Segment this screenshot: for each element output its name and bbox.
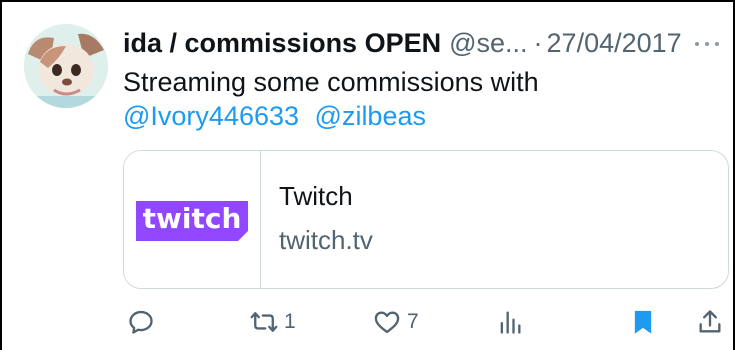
retweet-icon (250, 312, 278, 332)
views-button[interactable] (496, 302, 524, 342)
tweet-date[interactable]: 27/04/2017 (547, 26, 682, 60)
mention-link[interactable]: @Ivory446633 (123, 101, 299, 131)
twitch-logo-text: twitch (143, 202, 242, 235)
bookmark-button[interactable] (629, 302, 657, 342)
tweet-header: ida / commissions OPEN @se... · 27/04/20… (123, 26, 682, 60)
author-name[interactable]: ida / commissions OPEN (123, 26, 441, 60)
tweet-text: Streaming some commissions with @Ivory44… (123, 65, 703, 133)
tweet-text-line: Streaming some commissions with (123, 67, 539, 97)
mention-link[interactable]: @zilbeas (315, 101, 426, 131)
card-body: Twitch twitch.tv (261, 151, 373, 288)
bookmark-icon (634, 310, 652, 334)
retweet-button[interactable]: 1 (250, 302, 296, 342)
card-thumbnail: twitch (124, 151, 261, 288)
twitch-logo: twitch (136, 200, 248, 241)
avatar[interactable] (24, 24, 108, 108)
like-button[interactable]: 7 (373, 302, 419, 342)
share-icon (699, 310, 721, 333)
link-card[interactable]: twitch Twitch twitch.tv (123, 150, 729, 289)
author-handle[interactable]: @se... (449, 26, 527, 60)
more-icon[interactable] (692, 34, 722, 54)
tweet-mentions: @Ivory446633 @zilbeas (123, 99, 703, 133)
like-icon (374, 311, 400, 334)
tweet-container[interactable]: ida / commissions OPEN @se... · 27/04/20… (0, 0, 735, 350)
card-domain: twitch.tv (279, 225, 373, 255)
retweet-count: 1 (284, 310, 296, 333)
like-count: 7 (407, 310, 419, 333)
separator-dot: · (533, 28, 543, 58)
reply-button[interactable] (127, 302, 155, 342)
action-bar: 1 7 (123, 302, 729, 342)
reply-icon (129, 310, 153, 334)
views-icon (500, 311, 521, 334)
card-title: Twitch (279, 181, 353, 211)
share-button[interactable] (696, 302, 724, 342)
